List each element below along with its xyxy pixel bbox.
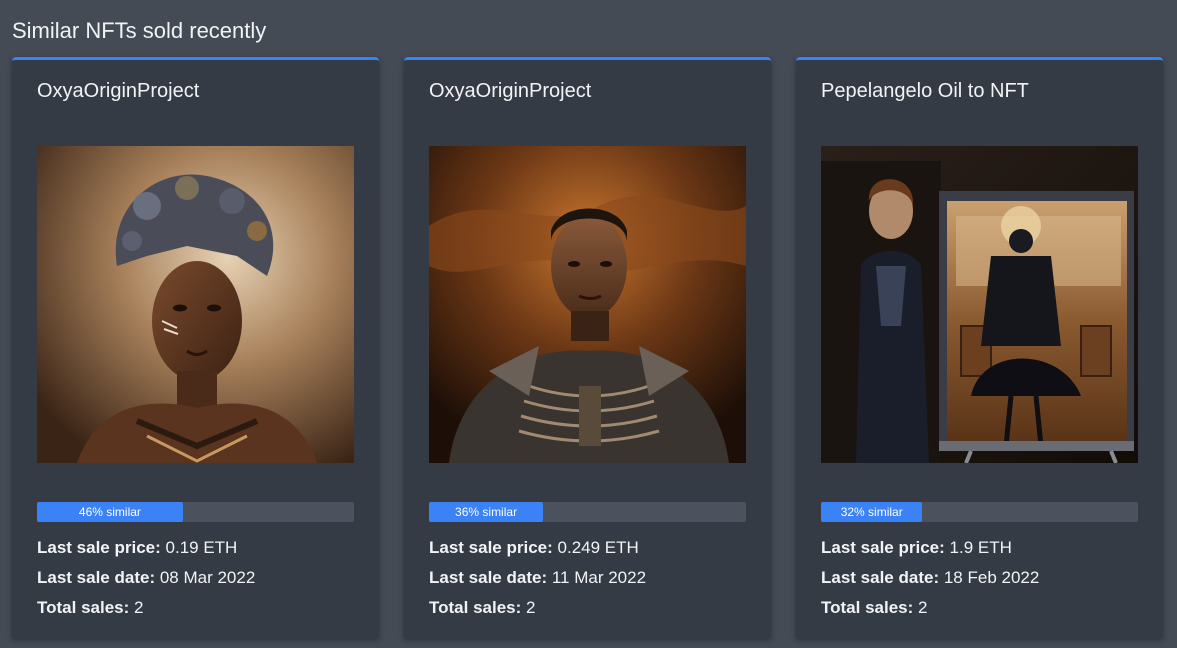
nft-image[interactable] [821,146,1138,463]
last-sale-price: Last sale price: 0.19 ETH [37,538,238,557]
similarity-bar: 36% similar [429,502,746,522]
nft-image[interactable] [37,146,354,463]
total-sales: Total sales: 2 [37,598,144,617]
nft-oil-painting-easel [821,146,1138,463]
last-sale-price: Last sale price: 0.249 ETH [429,538,639,557]
similarity-fill: 36% similar [429,502,544,522]
nft-collection-title[interactable]: OxyaOriginProject [429,80,591,103]
nft-card[interactable]: OxyaOriginProject [12,57,379,638]
nft-image[interactable] [429,146,746,463]
similarity-fill: 32% similar [821,502,923,522]
last-sale-date: Last sale date: 18 Feb 2022 [821,568,1040,587]
nft-card[interactable]: Pepelangelo Oil to NFT 32% similar Last … [796,57,1163,638]
similarity-fill: 46% similar [37,502,183,522]
nft-portrait-woman-headdress [37,146,354,463]
similarity-bar: 32% similar [821,502,1138,522]
nft-portrait-man-armor [429,146,746,463]
last-sale-date: Last sale date: 11 Mar 2022 [429,568,647,587]
last-sale-date: Last sale date: 08 Mar 2022 [37,568,256,587]
total-sales: Total sales: 2 [429,598,536,617]
section-title: Similar NFTs sold recently [12,18,267,43]
similarity-bar: 46% similar [37,502,354,522]
nft-collection-title[interactable]: OxyaOriginProject [37,80,199,103]
last-sale-price: Last sale price: 1.9 ETH [821,538,1012,557]
nft-card[interactable]: OxyaOriginProject [404,57,771,638]
nft-collection-title[interactable]: Pepelangelo Oil to NFT [821,80,1029,103]
total-sales: Total sales: 2 [821,598,928,617]
